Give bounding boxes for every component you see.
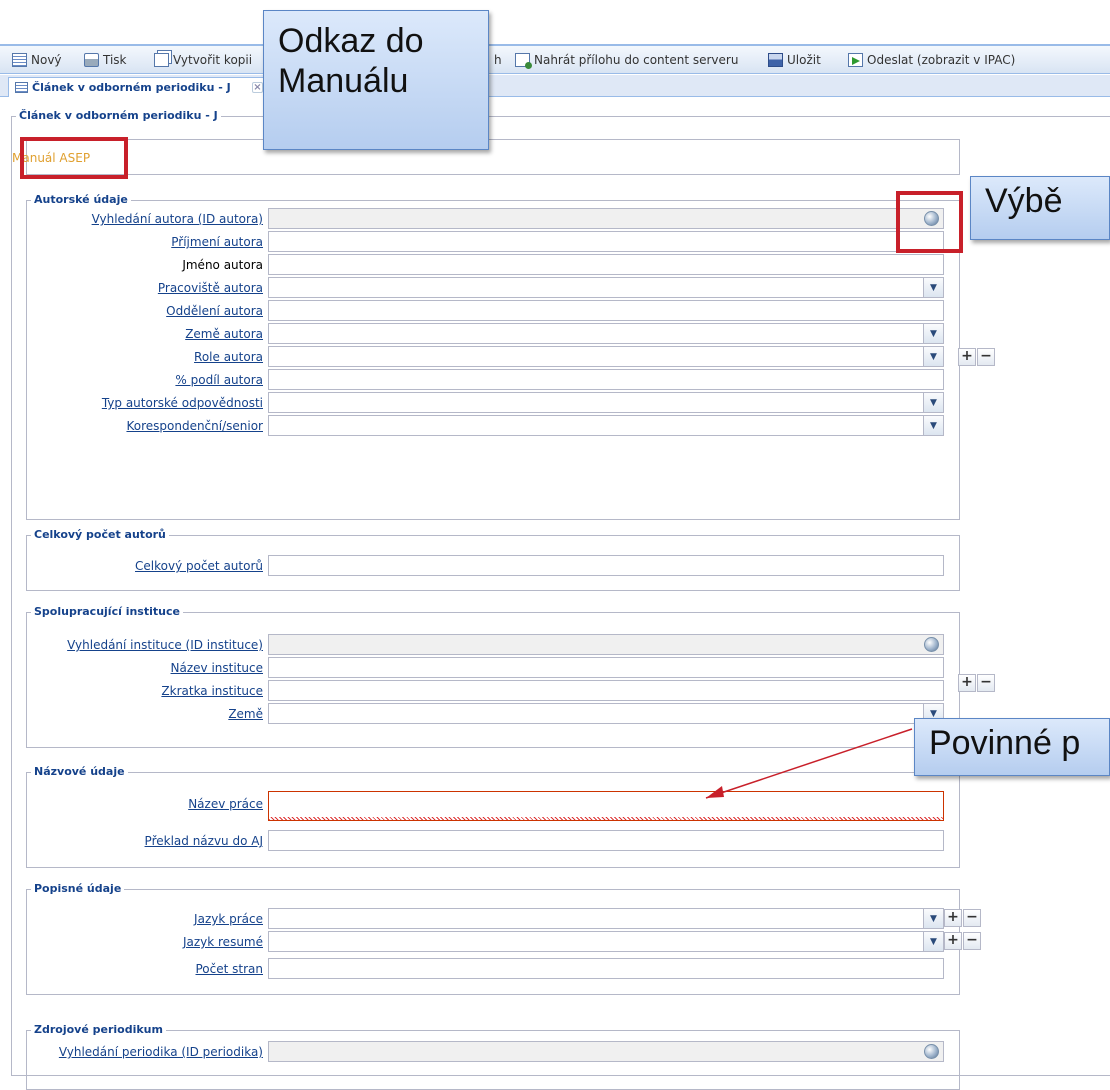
annotation-arrow — [705, 728, 913, 799]
